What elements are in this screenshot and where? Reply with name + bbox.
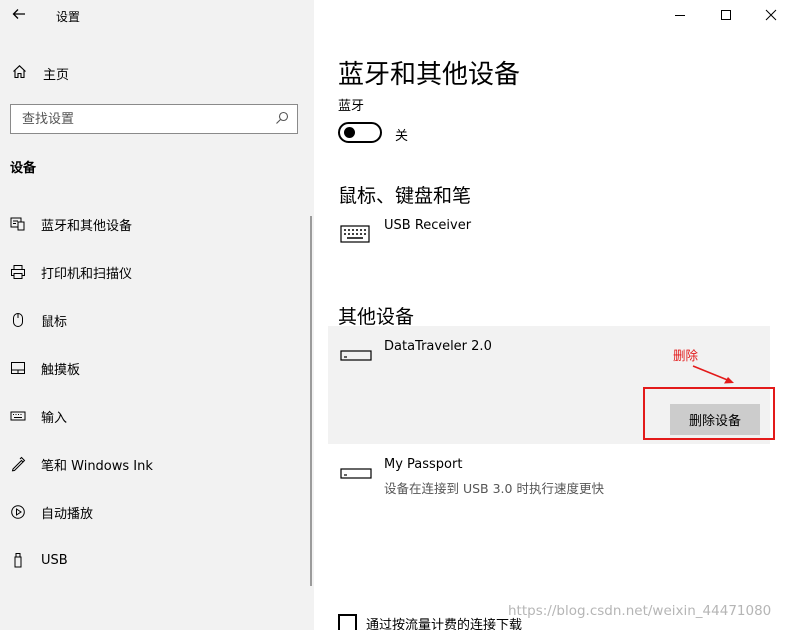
metered-download-label: 通过按流量计费的连接下载 <box>366 618 523 630</box>
sidebar-item-touchpad[interactable]: 触摸板 <box>0 344 314 392</box>
bluetooth-devices-icon <box>10 216 26 232</box>
minimize-button[interactable] <box>671 6 689 24</box>
autoplay-icon <box>10 504 26 520</box>
toggle-knob <box>344 127 355 138</box>
sidebar-item-label: 自动播放 <box>41 506 94 522</box>
sidebar-item-label: 蓝牙和其他设备 <box>41 218 133 234</box>
back-button[interactable] <box>10 7 28 25</box>
home-icon <box>10 64 28 83</box>
touchpad-icon <box>10 360 26 376</box>
search-box[interactable] <box>10 104 298 134</box>
close-icon <box>765 9 777 21</box>
title-bar: 设置 <box>0 0 314 32</box>
sidebar-home[interactable]: 主页 <box>10 62 300 84</box>
mouse-icon <box>10 312 26 328</box>
usb-icon <box>10 552 26 568</box>
sidebar-nav: 蓝牙和其他设备 打印机和扫描仪 鼠标 触摸板 输入 笔和 Windows Ink… <box>0 200 314 584</box>
section-mouse-keyboard-pen: 鼠标、键盘和笔 <box>338 185 472 207</box>
bluetooth-state: 关 <box>395 129 409 144</box>
back-arrow-icon <box>12 9 25 19</box>
pen-icon <box>10 456 26 472</box>
device-name: DataTraveler 2.0 <box>384 339 492 354</box>
settings-sidebar: 设置 主页 设备 蓝牙和其他设备 打印机和扫描仪 鼠标 <box>0 0 314 630</box>
bluetooth-toggle[interactable] <box>338 122 382 143</box>
drive-icon <box>340 468 372 479</box>
device-usb-receiver[interactable]: USB Receiver <box>328 214 770 258</box>
sidebar-item-label: 打印机和扫描仪 <box>41 266 133 282</box>
sidebar-item-mouse[interactable]: 鼠标 <box>0 296 314 344</box>
sidebar-item-label: 鼠标 <box>41 314 68 330</box>
maximize-icon <box>721 10 731 20</box>
sidebar-item-printers[interactable]: 打印机和扫描仪 <box>0 248 314 296</box>
section-heading-devices: 设备 <box>10 161 37 176</box>
maximize-button[interactable] <box>717 6 735 24</box>
device-status: 设备在连接到 USB 3.0 时执行速度更快 <box>384 481 604 496</box>
sidebar-item-label: USB <box>41 552 68 568</box>
printer-icon <box>10 264 26 280</box>
sidebar-item-bluetooth[interactable]: 蓝牙和其他设备 <box>0 200 314 248</box>
sidebar-item-typing[interactable]: 输入 <box>0 392 314 440</box>
bluetooth-label: 蓝牙 <box>338 99 365 114</box>
sidebar-item-label: 触摸板 <box>41 362 81 378</box>
sidebar-item-usb[interactable]: USB <box>0 536 314 584</box>
device-name: My Passport <box>384 457 463 472</box>
keyboard-icon <box>340 225 370 243</box>
metered-download-checkbox[interactable] <box>338 614 357 630</box>
app-title: 设置 <box>56 10 81 24</box>
keyboard-icon <box>10 408 26 424</box>
search-icon[interactable] <box>275 111 289 125</box>
section-other-devices: 其他设备 <box>338 306 415 328</box>
sidebar-scrollbar[interactable] <box>310 216 312 586</box>
device-my-passport[interactable]: My Passport 设备在连接到 USB 3.0 时执行速度更快 <box>328 452 770 500</box>
minimize-icon <box>675 15 685 16</box>
close-button[interactable] <box>762 6 780 24</box>
annotation-arrow-icon <box>692 365 734 384</box>
page-title: 蓝牙和其他设备 <box>338 60 521 90</box>
drive-icon <box>340 350 372 361</box>
search-input[interactable] <box>11 105 297 133</box>
device-name: USB Receiver <box>384 218 472 233</box>
watermark: https://blog.csdn.net/weixin_44471080 <box>508 603 772 619</box>
remove-device-button[interactable]: 删除设备 <box>670 404 760 435</box>
sidebar-home-label: 主页 <box>43 67 70 83</box>
metered-download-option[interactable]: 通过按流量计费的连接下载 <box>338 614 522 630</box>
sidebar-item-pen[interactable]: 笔和 Windows Ink <box>0 440 314 488</box>
sidebar-item-label: 笔和 Windows Ink <box>41 458 153 474</box>
sidebar-item-label: 输入 <box>41 410 68 426</box>
sidebar-item-autoplay[interactable]: 自动播放 <box>0 488 314 536</box>
